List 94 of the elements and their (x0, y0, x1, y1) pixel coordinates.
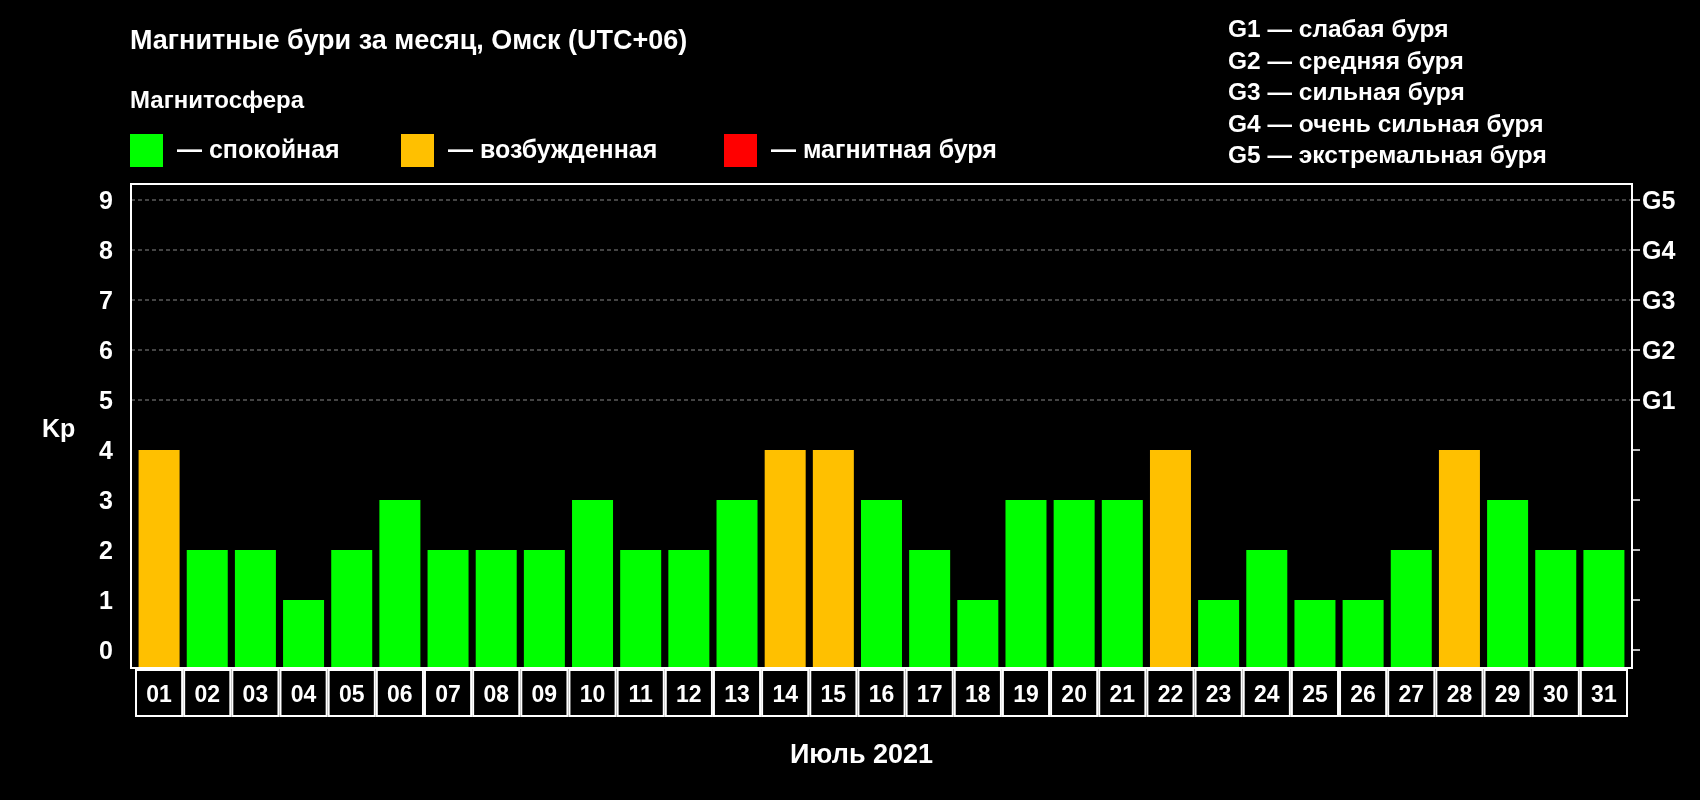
legend-title: Магнитосфера (130, 86, 305, 113)
date-cell (1387, 669, 1436, 717)
date-cell (327, 669, 376, 717)
x-tick-label: 23 (1205, 681, 1232, 707)
y-tick-label: 9 (99, 186, 113, 214)
legend-label: — спокойная (177, 135, 340, 163)
scale-legend-text: G5 — экстремальная буря (1228, 141, 1547, 168)
date-cell (1435, 669, 1484, 717)
x-tick-label: 12 (676, 681, 702, 707)
date-cell (1050, 669, 1099, 717)
y-tick-label: 8 (99, 236, 113, 264)
x-tick-label: 31 (1591, 681, 1617, 707)
chart-title: Магнитные бури за месяц, Омск (UTC+06) (130, 25, 688, 55)
x-tick-label: 30 (1542, 681, 1569, 707)
date-cell (761, 669, 810, 717)
y-tick-label: 4 (99, 436, 113, 464)
legend-label: — возбужденная (448, 135, 658, 163)
x-tick-label: 24 (1254, 681, 1280, 707)
scale-legend-text: G3 — сильная буря (1228, 78, 1465, 105)
bar (1342, 600, 1384, 667)
date-cell (1001, 669, 1051, 717)
date-cell (905, 669, 954, 717)
date-cell (616, 669, 665, 717)
x-tick-label: 26 (1350, 681, 1376, 707)
date-cell (472, 669, 521, 717)
x-tick-label: 02 (194, 681, 221, 707)
x-tick-label: 14 (772, 681, 798, 707)
x-tick-label: 04 (290, 681, 317, 707)
x-tick-label: 10 (579, 681, 606, 707)
bar (1198, 600, 1240, 667)
scale-legend-text: G1 — слабая буря (1228, 15, 1449, 42)
x-tick-label: 27 (1398, 681, 1425, 707)
date-cell (1242, 669, 1291, 717)
x-tick-label: 21 (1109, 681, 1136, 707)
y-tick-label: 6 (99, 336, 113, 364)
y-tick-label: 7 (99, 286, 113, 314)
x-tick-label: 28 (1446, 681, 1473, 707)
y-axis-title: Kp (42, 414, 76, 442)
date-cell (809, 669, 858, 717)
x-tick-label: 29 (1494, 681, 1521, 707)
date-cell (857, 669, 906, 717)
bar (283, 600, 325, 667)
date-cell (375, 669, 424, 717)
x-tick-label: 18 (965, 681, 991, 707)
date-cell (423, 669, 473, 717)
date-cell (183, 669, 232, 717)
x-tick-label: 03 (242, 681, 269, 707)
x-tick-label: 07 (435, 681, 461, 707)
date-cell (520, 669, 569, 717)
date-cell (1483, 669, 1532, 717)
right-axis-label: G2 (1642, 336, 1676, 364)
right-axis-label: G5 (1642, 186, 1676, 214)
date-cell (1098, 669, 1147, 717)
x-tick-label: 01 (146, 681, 172, 707)
x-tick-label: 20 (1061, 681, 1087, 707)
x-tick-label: 09 (531, 681, 558, 707)
date-cell (231, 669, 280, 717)
scale-legend-text: G2 — средняя буря (1228, 46, 1464, 74)
x-tick-label: 16 (868, 681, 895, 707)
x-tick-label: 08 (483, 681, 509, 707)
date-cell (1290, 669, 1340, 717)
right-axis-label: G4 (1642, 236, 1676, 264)
right-axis-label: G3 (1642, 286, 1676, 314)
y-tick-label: 0 (99, 636, 113, 664)
x-tick-label: 13 (724, 681, 750, 707)
bar (957, 600, 999, 667)
date-cell (1146, 669, 1195, 717)
x-tick-label: 11 (628, 681, 653, 707)
scale-legend-text: G4 — очень сильная буря (1228, 109, 1544, 137)
y-tick-label: 3 (99, 486, 113, 514)
x-tick-label: 17 (916, 681, 943, 707)
right-axis-label: G1 (1642, 386, 1676, 414)
date-cell (1194, 669, 1243, 717)
y-tick-label: 1 (99, 586, 113, 614)
x-tick-label: 22 (1157, 681, 1184, 707)
date-cell (712, 669, 762, 717)
date-cell (568, 669, 617, 717)
x-axis-title: Июль 2021 (789, 739, 934, 769)
date-cell (1579, 669, 1628, 717)
date-cell (1531, 669, 1580, 717)
bar (1294, 600, 1336, 667)
x-tick-label: 06 (387, 681, 413, 707)
date-cell (279, 669, 328, 717)
y-tick-label: 2 (99, 536, 113, 564)
date-cell (1339, 669, 1388, 717)
legend-label: — магнитная буря (771, 135, 997, 163)
y-tick-label: 5 (99, 386, 113, 414)
date-cell (664, 669, 713, 717)
date-cell (953, 669, 1002, 717)
x-tick-label: 05 (338, 681, 365, 707)
x-tick-label: 25 (1302, 681, 1328, 707)
x-tick-label: 15 (820, 681, 847, 707)
date-cell (135, 669, 184, 717)
x-tick-label: 19 (1013, 681, 1039, 707)
